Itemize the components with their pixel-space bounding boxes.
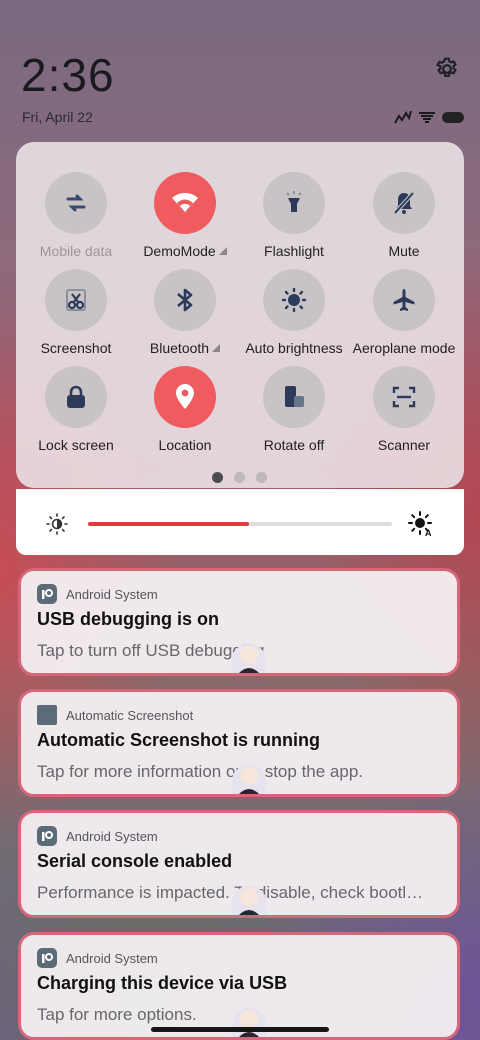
notification-title: USB debugging is on	[37, 609, 219, 629]
tile-label: Scanner	[377, 437, 431, 453]
notification-header: Android System	[37, 584, 158, 604]
page-dot-2[interactable]	[234, 472, 245, 483]
system-icons	[394, 108, 464, 126]
tile-demomode[interactable]: DemoMode	[130, 172, 240, 259]
tile-label: Bluetooth	[130, 340, 240, 356]
notification-title: Automatic Screenshot is running	[37, 730, 321, 750]
anime-sticker-image	[231, 764, 267, 794]
brightness-slider-fill	[88, 522, 250, 526]
notification-card[interactable]: Automatic Screenshot Automatic Screensho…	[18, 689, 460, 797]
notification-app-name: Android System	[66, 950, 158, 966]
tile-label: Mute	[388, 243, 420, 259]
notification-app-name: Android System	[66, 586, 158, 602]
scanner-icon	[373, 366, 435, 428]
android-system-icon	[37, 584, 57, 604]
brightness-slider[interactable]	[88, 522, 392, 526]
tile-auto-brightness[interactable]: Auto brightness	[239, 269, 349, 356]
dropdown-caret-icon	[218, 247, 227, 255]
svg-text:A: A	[425, 528, 432, 537]
page-indicator	[212, 472, 267, 483]
location-icon	[154, 366, 216, 428]
tile-label: Location	[158, 437, 212, 453]
wifi-icon	[419, 112, 435, 123]
tile-mute[interactable]: Mute	[349, 172, 459, 259]
rotate-icon	[263, 366, 325, 428]
brightness-panel: A	[16, 489, 464, 555]
tile-label: Flashlight	[264, 243, 324, 259]
tile-screenshot[interactable]: Screenshot	[21, 269, 131, 356]
page-dot-3[interactable]	[256, 472, 267, 483]
quick-settings-panel: Mobile data DemoMode Flashlight Mute Scr…	[16, 142, 464, 488]
tile-label: Lock screen	[38, 437, 114, 453]
android-system-icon	[37, 826, 57, 846]
tile-flashlight[interactable]: Flashlight	[239, 172, 349, 259]
tile-rotate-off[interactable]: Rotate off	[239, 366, 349, 453]
bell-off-icon	[373, 172, 435, 234]
dropdown-caret-icon	[212, 344, 221, 352]
tile-mobile-data[interactable]: Mobile data	[21, 172, 131, 259]
bluetooth-icon	[154, 269, 216, 331]
date[interactable]: Fri, April 22	[22, 109, 93, 125]
app-square-icon	[37, 705, 57, 725]
notification-header: Android System	[37, 826, 158, 846]
android-system-icon	[37, 948, 57, 968]
notification-card[interactable]: Android System Serial console enabled Pe…	[18, 810, 460, 918]
wifi-icon	[154, 172, 216, 234]
anime-sticker-image	[231, 885, 267, 915]
notification-header: Automatic Screenshot	[37, 705, 193, 725]
clock[interactable]: 2:36	[21, 48, 115, 102]
status-header: 2:36 Fri, April 22	[0, 0, 480, 140]
tile-label: Rotate off	[263, 437, 325, 453]
lock-icon	[45, 366, 107, 428]
brightness-low-icon	[46, 513, 68, 535]
tile-label: Mobile data	[39, 243, 113, 259]
tile-label: Screenshot	[40, 340, 112, 356]
airplane-icon	[373, 269, 435, 331]
notification-app-name: Android System	[66, 828, 158, 844]
notification-app-name: Automatic Screenshot	[66, 707, 194, 723]
battery-icon	[442, 111, 464, 123]
signal-icon	[394, 110, 412, 124]
brightness-icon	[263, 269, 325, 331]
mobile-data-icon	[45, 172, 107, 234]
tile-label: Aeroplane mode	[352, 340, 456, 356]
notification-header: Android System	[37, 948, 158, 968]
notification-card[interactable]: Android System Charging this device via …	[18, 932, 460, 1040]
tile-aeroplane-mode[interactable]: Aeroplane mode	[349, 269, 459, 356]
tile-label: DemoMode	[130, 243, 240, 259]
tile-scanner[interactable]: Scanner	[349, 366, 459, 453]
tile-lock-screen[interactable]: Lock screen	[21, 366, 131, 453]
tile-bluetooth[interactable]: Bluetooth	[130, 269, 240, 356]
auto-brightness-icon[interactable]: A	[408, 511, 434, 537]
gear-icon[interactable]	[434, 56, 460, 82]
home-gesture-bar[interactable]	[151, 1027, 329, 1032]
page-dot-1[interactable]	[212, 472, 223, 483]
tile-location[interactable]: Location	[130, 366, 240, 453]
anime-sticker-image	[231, 643, 267, 673]
notification-title: Serial console enabled	[37, 851, 233, 871]
anime-sticker-image	[231, 1007, 267, 1037]
notification-card[interactable]: Android System USB debugging is on Tap t…	[18, 568, 460, 676]
tile-label: Auto brightness	[245, 340, 343, 356]
scissors-icon	[45, 269, 107, 331]
flashlight-icon	[263, 172, 325, 234]
notification-title: Charging this device via USB	[37, 973, 288, 993]
